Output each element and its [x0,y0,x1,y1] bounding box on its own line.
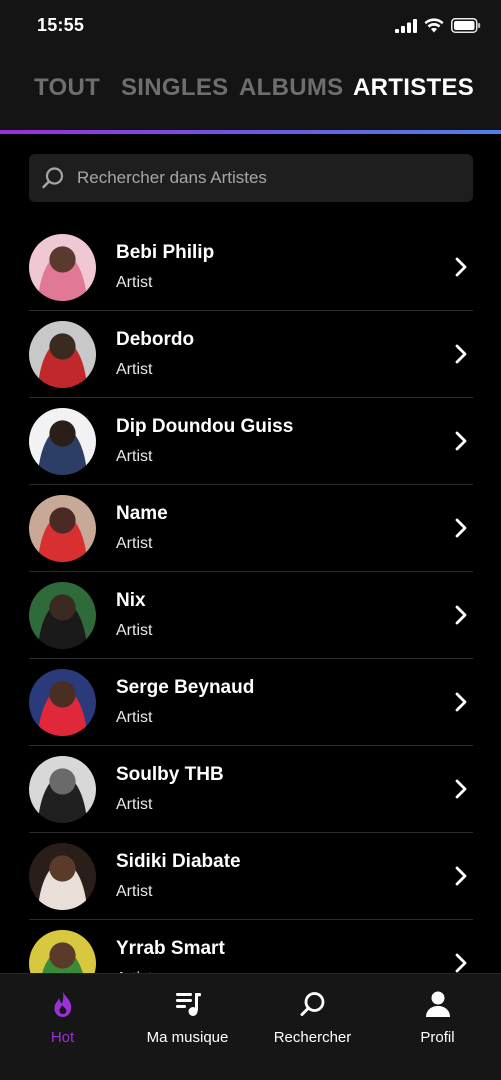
cellular-signal-icon [395,18,417,33]
artist-name: Soulby THB [116,764,224,785]
artist-avatar [29,843,96,910]
chevron-right-icon [455,866,467,886]
artist-name: Sidiki Diabate [116,851,241,872]
playlist-icon [175,993,201,1016]
tab-tout[interactable]: TOUT [34,74,100,102]
user-icon [425,991,450,1017]
chevron-right-icon [455,953,467,973]
chevron-right-icon [455,431,467,451]
nav-label: Profil [420,1029,455,1046]
chevron-right-icon [455,518,467,538]
flame-icon [53,991,71,1017]
artist-name: Debordo [116,329,195,350]
bottom-nav: Hot Ma musique Rechercher Profil [0,973,501,1080]
artist-name: Nix [116,590,146,611]
artist-type: Artist [116,361,153,378]
nav-label: Rechercher [273,1029,352,1046]
artist-type: Artist [116,883,153,900]
nav-hot[interactable]: Hot [0,974,125,1080]
artist-search-box[interactable] [29,154,473,202]
nav-label: Ma musique [146,1029,229,1046]
artist-avatar [29,582,96,649]
artist-row[interactable]: Nix Artist [29,572,473,659]
battery-icon [451,18,481,33]
artist-row[interactable]: Dip Doundou Guiss Artist [29,398,473,485]
artist-type: Artist [116,535,153,552]
chevron-right-icon [455,257,467,277]
artist-row[interactable]: Soulby THB Artist [29,746,473,833]
artist-avatar [29,756,96,823]
nav-label: Hot [50,1029,75,1046]
nav-ma-musique[interactable]: Ma musique [125,974,250,1080]
artist-row[interactable]: Sidiki Diabate Artist [29,833,473,920]
active-tab-indicator [0,130,501,134]
tab-artistes[interactable]: ARTISTES [353,74,474,102]
artist-type: Artist [116,622,153,639]
chevron-right-icon [455,344,467,364]
artist-avatar [29,321,96,388]
artist-name: Dip Doundou Guiss [116,416,294,437]
status-bar: 15:55 [0,0,501,52]
nav-profil[interactable]: Profil [375,974,500,1080]
artist-row[interactable]: Serge Beynaud Artist [29,659,473,746]
artist-name: Bebi Philip [116,242,215,263]
artist-name: Serge Beynaud [116,677,255,698]
artist-name: Yrrab Smart [116,938,225,959]
artist-avatar [29,495,96,562]
nav-rechercher[interactable]: Rechercher [250,974,375,1080]
artist-type: Artist [116,709,153,726]
artist-avatar [29,234,96,301]
search-icon [42,167,64,189]
artist-name: Name [116,503,168,524]
wifi-icon [424,18,444,33]
status-time: 15:55 [37,15,85,35]
artist-row[interactable]: Bebi Philip Artist [29,224,473,311]
tab-singles[interactable]: SINGLES [121,74,228,102]
chevron-right-icon [455,605,467,625]
chevron-right-icon [455,779,467,799]
tab-bar: TOUT SINGLES ALBUMS ARTISTES [0,52,501,132]
search-input[interactable] [77,154,457,202]
artist-row[interactable]: Debordo Artist [29,311,473,398]
artist-avatar [29,669,96,736]
search-icon [300,992,324,1016]
artist-row[interactable]: Name Artist [29,485,473,572]
artist-type: Artist [116,796,153,813]
artist-avatar [29,408,96,475]
artist-type: Artist [116,448,153,465]
artist-type: Artist [116,274,153,291]
tab-albums[interactable]: ALBUMS [239,74,343,102]
chevron-right-icon [455,692,467,712]
status-icons [395,18,481,33]
